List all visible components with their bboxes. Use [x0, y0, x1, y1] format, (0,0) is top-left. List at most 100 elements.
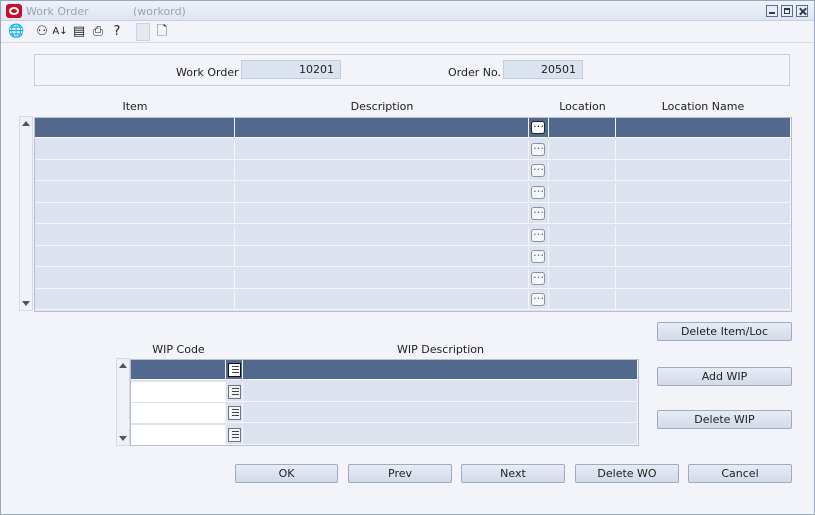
comment-edit-icon[interactable]: [531, 246, 545, 263]
table-row[interactable]: [35, 139, 791, 160]
wip-scrollbar[interactable]: [116, 358, 130, 446]
globe-icon[interactable]: 🌐: [8, 24, 24, 40]
item-cell[interactable]: [35, 139, 235, 160]
ok-button[interactable]: OK: [235, 464, 338, 483]
comment-edit-icon[interactable]: [531, 160, 545, 177]
items-scrollbar[interactable]: [19, 116, 33, 311]
comment-edit-icon[interactable]: [531, 268, 545, 285]
title-bar[interactable]: Work Order (workord): [1, 1, 814, 21]
location-cell[interactable]: [549, 204, 616, 224]
list-of-values-icon[interactable]: [228, 406, 241, 420]
table-row[interactable]: [35, 203, 791, 224]
wip-list-cell[interactable]: [226, 381, 243, 402]
description-cell[interactable]: [235, 204, 529, 224]
scroll-down-icon[interactable]: [119, 436, 127, 441]
notepad-icon[interactable]: ▤: [71, 24, 87, 40]
table-row[interactable]: [35, 268, 791, 289]
location-cell[interactable]: [549, 161, 616, 181]
description-edit-cell[interactable]: [529, 203, 549, 224]
comment-edit-icon[interactable]: [531, 117, 545, 134]
location-name-cell[interactable]: [616, 182, 791, 203]
location-name-cell[interactable]: [616, 290, 791, 310]
location-cell[interactable]: [549, 268, 616, 289]
item-cell[interactable]: [35, 268, 235, 289]
location-name-cell[interactable]: [616, 268, 791, 289]
description-edit-cell[interactable]: [529, 246, 549, 267]
scroll-up-icon[interactable]: [119, 363, 127, 368]
table-row[interactable]: [131, 360, 638, 380]
location-name-cell[interactable]: [616, 204, 791, 224]
location-cell[interactable]: [549, 182, 616, 203]
comment-edit-icon[interactable]: [531, 203, 545, 220]
wip-list-cell[interactable]: [226, 360, 243, 380]
comment-edit-icon[interactable]: [531, 182, 545, 199]
list-of-values-icon[interactable]: [228, 363, 241, 377]
location-cell[interactable]: [549, 247, 616, 267]
wip-description-cell[interactable]: [243, 424, 638, 445]
location-name-cell[interactable]: [616, 118, 791, 138]
wip-code-cell[interactable]: [131, 381, 226, 402]
new-document-icon[interactable]: 🗋: [154, 24, 170, 40]
delete-item-loc-button[interactable]: Delete Item/Loc: [657, 322, 792, 341]
description-edit-cell[interactable]: [529, 182, 549, 203]
scroll-down-icon[interactable]: [22, 301, 30, 306]
table-row[interactable]: [35, 117, 791, 138]
item-cell[interactable]: [35, 247, 235, 267]
table-row[interactable]: [131, 403, 638, 423]
item-cell[interactable]: [35, 204, 235, 224]
location-name-cell[interactable]: [616, 161, 791, 181]
item-cell[interactable]: [35, 225, 235, 246]
work-order-field[interactable]: 10201: [241, 60, 341, 79]
location-name-cell[interactable]: [616, 225, 791, 246]
blank-icon[interactable]: [136, 23, 150, 41]
table-row[interactable]: [35, 182, 791, 203]
description-cell[interactable]: [235, 182, 529, 203]
print-icon[interactable]: ⎙: [90, 24, 106, 40]
table-row[interactable]: [35, 289, 791, 310]
description-edit-cell[interactable]: [529, 268, 549, 289]
table-row[interactable]: [35, 160, 791, 181]
comment-edit-icon[interactable]: [531, 139, 545, 156]
order-no-field[interactable]: 20501: [503, 60, 583, 79]
location-cell[interactable]: [549, 139, 616, 160]
description-edit-cell[interactable]: [529, 160, 549, 181]
question-icon[interactable]: ?: [109, 24, 125, 40]
location-cell[interactable]: [549, 118, 616, 138]
location-cell[interactable]: [549, 290, 616, 310]
description-cell[interactable]: [235, 247, 529, 267]
comment-edit-icon[interactable]: [531, 289, 545, 306]
location-name-cell[interactable]: [616, 139, 791, 160]
description-edit-cell[interactable]: [529, 139, 549, 160]
wip-description-cell[interactable]: [243, 381, 638, 402]
description-cell[interactable]: [235, 139, 529, 160]
wip-list-cell[interactable]: [226, 403, 243, 423]
table-row[interactable]: [35, 225, 791, 246]
table-row[interactable]: [131, 381, 638, 402]
list-of-values-icon[interactable]: [228, 384, 241, 399]
cancel-button[interactable]: Cancel: [688, 464, 792, 483]
wip-code-cell[interactable]: [131, 424, 226, 445]
add-wip-button[interactable]: Add WIP: [657, 367, 792, 386]
table-row[interactable]: [131, 424, 638, 445]
minimize-icon[interactable]: [766, 5, 778, 17]
description-cell[interactable]: [235, 290, 529, 310]
next-button[interactable]: Next: [461, 464, 565, 483]
item-cell[interactable]: [35, 182, 235, 203]
comment-edit-icon[interactable]: [531, 225, 545, 242]
description-cell[interactable]: [235, 268, 529, 289]
delete-wip-button[interactable]: Delete WIP: [657, 410, 792, 429]
description-cell[interactable]: [235, 161, 529, 181]
wip-description-cell[interactable]: [243, 360, 638, 380]
help-icon[interactable]: ⚇: [34, 24, 50, 40]
wip-description-cell[interactable]: [243, 403, 638, 423]
item-cell[interactable]: [35, 290, 235, 310]
wip-code-cell[interactable]: [131, 360, 226, 380]
prev-button[interactable]: Prev: [348, 464, 452, 483]
location-name-cell[interactable]: [616, 247, 791, 267]
description-edit-cell[interactable]: [529, 117, 549, 138]
description-edit-cell[interactable]: [529, 225, 549, 246]
list-of-values-icon[interactable]: [228, 427, 241, 442]
table-row[interactable]: [35, 246, 791, 267]
item-cell[interactable]: [35, 118, 235, 138]
description-edit-cell[interactable]: [529, 289, 549, 310]
